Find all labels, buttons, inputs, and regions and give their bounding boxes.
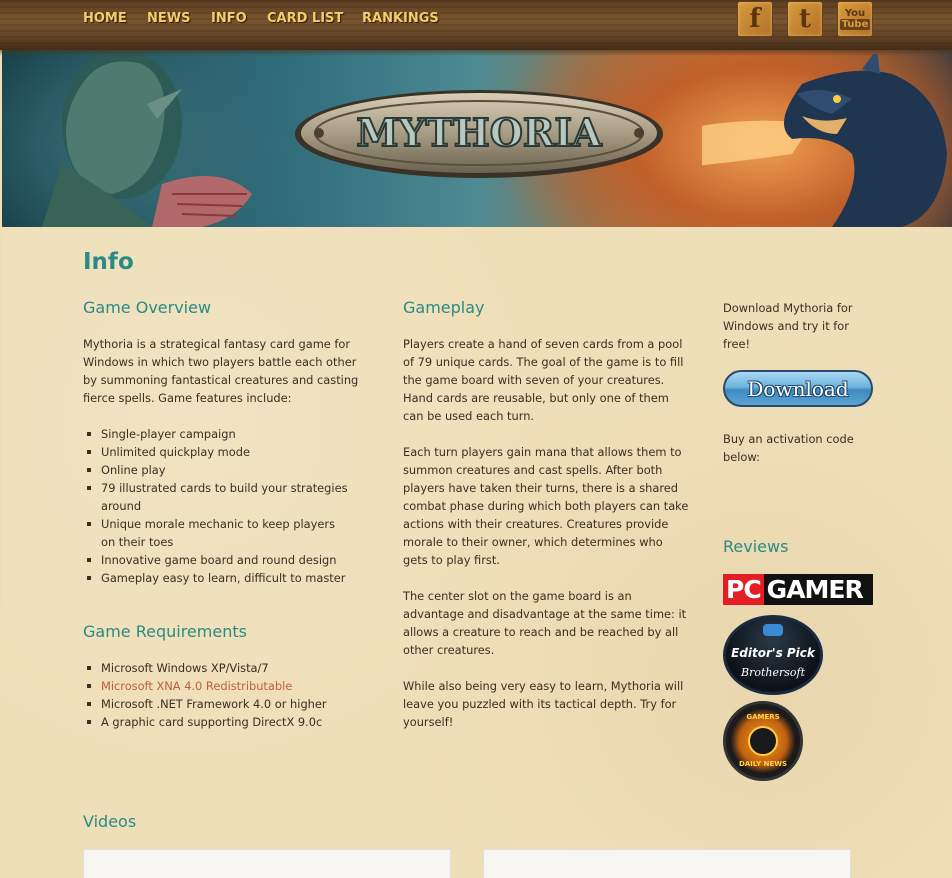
feature-item: Gameplay easy to learn, difficult to mas… [83, 569, 363, 587]
overview-intro-line: Windows in which two players battle each… [83, 355, 357, 369]
gameplay-paragraph-2: Each turn players gain mana that allows … [403, 443, 693, 569]
feature-item: Unlimited quickplay mode [83, 443, 363, 461]
gameplay-line: The center slot on the game board is an [403, 589, 632, 603]
feature-text: on their toes [101, 535, 174, 549]
page-title: Info [83, 249, 134, 275]
editors-pick-label: Editor's Pick [731, 645, 815, 660]
mythoria-logo: MYTHORIA [295, 90, 663, 178]
overview-intro-line: fierce spells. Game features include: [83, 391, 292, 405]
requirement-item: Microsoft Windows XP/Vista/7 [83, 659, 373, 677]
activation-text-line: below: [723, 450, 760, 464]
globe-icon [748, 726, 778, 756]
gameplay-line: Hand cards are reusable, but only one of… [403, 391, 669, 405]
gameplay-line: morale to their owner, which determines … [403, 535, 663, 549]
feature-text: Gameplay easy to learn, difficult to mas… [101, 571, 346, 585]
xna-redistributable-link[interactable]: Microsoft XNA 4.0 Redistributable [101, 679, 292, 693]
gameplay-line: combat phase during which both players c… [403, 499, 689, 513]
gameplay-line: Players create a hand of seven cards fro… [403, 337, 683, 351]
brothersoft-label: Brothersoft [741, 665, 805, 679]
facebook-button[interactable]: f [737, 1, 773, 37]
pc-gamer-logo-gamer: GAMER [766, 575, 864, 604]
gameplay-line: gets to play first. [403, 553, 500, 567]
download-text-line: Windows and try it for [723, 319, 849, 333]
video-embed-1[interactable] [83, 849, 451, 878]
gameplay-line: advantage and disadvantage at the same t… [403, 607, 687, 621]
gamepad-icon [763, 624, 783, 636]
logo-text: MYTHORIA [356, 110, 602, 155]
gamers-daily-news-badge[interactable]: GAMERS DAILY NEWS [723, 701, 803, 781]
youtube-button[interactable]: You Tube [837, 1, 873, 37]
youtube-icon-tube: Tube [839, 19, 871, 30]
hero-banner: MYTHORIA [2, 44, 952, 227]
feature-item: Unique morale mechanic to keep players on… [83, 515, 363, 551]
gameplay-line: leave you puzzled with its tactical dept… [403, 697, 677, 711]
activation-code-text: Buy an activation code below: [723, 430, 883, 466]
overview-intro-line: Mythoria is a strategical fantasy card g… [83, 337, 351, 351]
download-text-line: free! [723, 337, 751, 351]
requirement-item: A graphic card supporting DirectX 9.0c [83, 713, 373, 731]
download-description: Download Mythoria for Windows and try it… [723, 299, 883, 353]
pc-gamer-review-logo[interactable]: PC GAMER [723, 574, 873, 605]
game-overview-heading: Game Overview [83, 298, 212, 317]
daily-news-label: DAILY NEWS [738, 760, 788, 768]
gameplay-paragraph-4: While also being very easy to learn, Myt… [403, 677, 693, 731]
feature-text: Innovative game board and round design [101, 553, 337, 567]
dragon-character-illustration [702, 54, 947, 227]
download-button[interactable]: Download [723, 370, 873, 407]
feature-list: Single-player campaign Unlimited quickpl… [83, 425, 363, 587]
requirement-text: Microsoft .NET Framework 4.0 or higher [101, 697, 327, 711]
requirement-item: Microsoft .NET Framework 4.0 or higher [83, 695, 373, 713]
pc-gamer-logo-pc: PC [723, 574, 764, 605]
requirements-list: Microsoft Windows XP/Vista/7 Microsoft X… [83, 659, 373, 731]
facebook-icon: f [749, 4, 761, 34]
feature-item: Single-player campaign [83, 425, 363, 443]
feature-item: Innovative game board and round design [83, 551, 363, 569]
gameplay-line: players have taken their turns, there is… [403, 481, 679, 495]
feature-text: Single-player campaign [101, 427, 236, 441]
gameplay-line: actions with their creatures. Creatures … [403, 517, 669, 531]
game-requirements-heading: Game Requirements [83, 622, 247, 641]
download-text-line: Download Mythoria for [723, 301, 853, 315]
activation-text-line: Buy an activation code [723, 432, 854, 446]
video-embed-2[interactable] [483, 849, 851, 878]
feature-item: 79 illustrated cards to build your strat… [83, 479, 363, 515]
gameplay-line: can be used each turn. [403, 409, 535, 423]
gamers-label: GAMERS [746, 713, 780, 721]
feature-text: Online play [101, 463, 166, 477]
gameplay-line: Each turn players gain mana that allows … [403, 445, 682, 459]
gameplay-paragraph-1: Players create a hand of seven cards fro… [403, 335, 693, 425]
feature-item: Online play [83, 461, 363, 479]
twitter-icon: t [798, 4, 811, 34]
gameplay-line: allows a creature to reach and be reache… [403, 625, 679, 639]
gameplay-line: the game board with seven of your creatu… [403, 373, 665, 387]
requirement-text: Microsoft Windows XP/Vista/7 [101, 661, 269, 675]
youtube-icon: You [844, 8, 866, 19]
gameplay-line: yourself! [403, 715, 454, 729]
brothersoft-editors-pick-badge[interactable]: Editor's Pick Brothersoft [723, 615, 823, 695]
gameplay-line: other creatures. [403, 643, 495, 657]
nav-info[interactable]: INFO [211, 11, 247, 26]
reviews-heading: Reviews [723, 537, 789, 556]
twitter-button[interactable]: t [787, 1, 823, 37]
feature-text: Unlimited quickplay mode [101, 445, 250, 459]
requirement-item: Microsoft XNA 4.0 Redistributable [83, 677, 373, 695]
gameplay-line: While also being very easy to learn, Myt… [403, 679, 684, 693]
top-navigation-bar: HOME NEWS INFO CARD LIST RANKINGS f t Yo… [0, 0, 952, 56]
nav-rankings[interactable]: RANKINGS [362, 11, 439, 26]
game-overview-intro: Mythoria is a strategical fantasy card g… [83, 335, 363, 407]
feature-text: Unique morale mechanic to keep players [101, 517, 336, 531]
nav-card-list[interactable]: CARD LIST [267, 11, 343, 26]
overview-intro-line: by summoning fantastical creatures and c… [83, 373, 359, 387]
gameplay-line: of 79 unique cards. The goal of the game… [403, 355, 684, 369]
nav-news[interactable]: NEWS [147, 11, 190, 26]
gameplay-paragraph-3: The center slot on the game board is an … [403, 587, 693, 659]
feature-text: around [101, 499, 142, 513]
gameplay-line: summon creatures and cast spells. After … [403, 463, 663, 477]
nav-home[interactable]: HOME [83, 11, 127, 26]
feature-text: 79 illustrated cards to build your strat… [101, 481, 348, 495]
videos-heading: Videos [83, 812, 137, 831]
mermaid-character-illustration [42, 49, 252, 227]
requirement-text: A graphic card supporting DirectX 9.0c [101, 715, 323, 729]
gameplay-heading: Gameplay [403, 298, 485, 317]
